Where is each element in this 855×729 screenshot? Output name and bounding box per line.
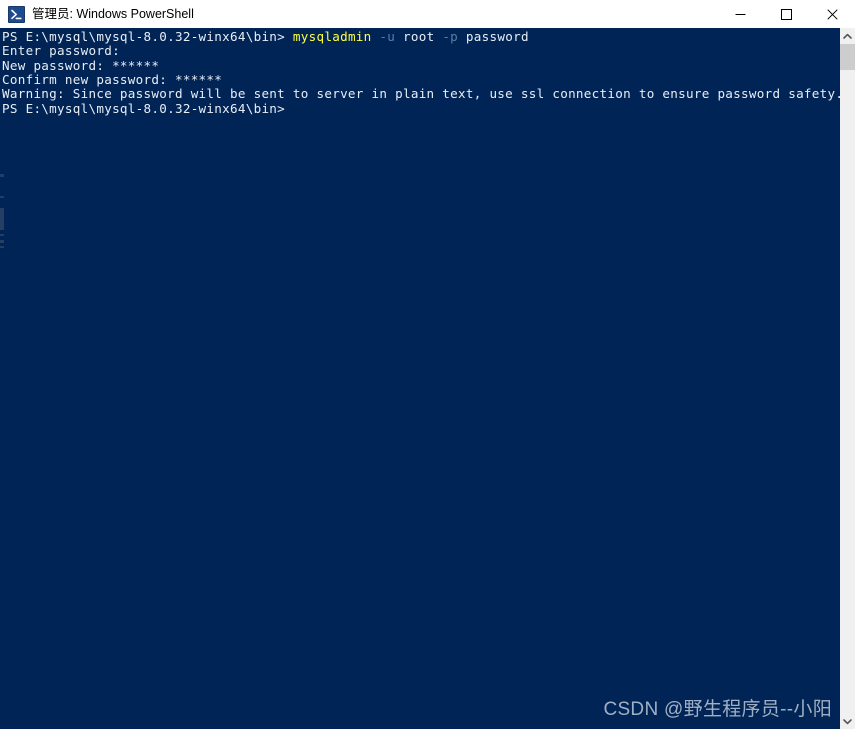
console-line: New password: ****** [2,57,840,73]
scroll-up-button[interactable] [840,28,855,44]
console-text-span: -p [442,29,459,44]
minimize-icon [735,9,746,20]
console-text-span: PS E:\mysql\mysql-8.0.32-winx64\bin> [2,100,286,116]
console-text-span: Confirm new password: ****** [2,72,223,88]
maximize-button[interactable] [763,0,809,28]
close-button[interactable] [809,0,855,28]
powershell-icon [8,5,25,23]
console-line: PS E:\mysql\mysql-8.0.32-winx64\bin> [2,100,840,116]
console-surface[interactable]: PS E:\mysql\mysql-8.0.32-winx64\bin> mys… [0,28,840,729]
console-line: PS E:\mysql\mysql-8.0.32-winx64\bin> mys… [2,29,840,44]
console-line: Confirm new password: ****** [2,72,840,88]
console-scrollbar[interactable] [840,28,855,729]
csdn-watermark: CSDN @野生程序员--小阳 [603,699,832,720]
close-icon [826,8,838,20]
console-output: PS E:\mysql\mysql-8.0.32-winx64\bin> mys… [2,29,840,116]
title-bar-left: 管理员: Windows PowerShell [0,5,717,23]
console-text-span: New password: ****** [2,57,160,73]
console-text-span: root [395,29,443,44]
chevron-down-icon [843,718,852,725]
scrollbar-track[interactable] [840,44,855,713]
powershell-window: 管理员: Windows PowerShell PS E:\mysql\mysq… [0,0,855,729]
window-title: 管理员: Windows PowerShell [32,7,194,21]
console-text-span: Warning: Since password will be sent to … [2,86,840,102]
window-controls [717,0,855,28]
console-text-span: password [458,29,529,44]
minimize-button[interactable] [717,0,763,28]
console-line: Warning: Since password will be sent to … [2,87,840,101]
console-text-span: mysqladmin [292,29,380,44]
console-text-span: PS E:\mysql\mysql-8.0.32-winx64\bin> [2,29,293,44]
scroll-down-button[interactable] [840,713,855,729]
console-text-span: Enter password: [2,43,120,59]
console-text-span: -u [379,29,396,44]
scrollbar-thumb[interactable] [840,44,855,70]
chevron-up-icon [843,33,852,40]
console-line: Enter password: [2,44,840,58]
title-bar: 管理员: Windows PowerShell [0,0,855,28]
maximize-icon [780,8,792,20]
